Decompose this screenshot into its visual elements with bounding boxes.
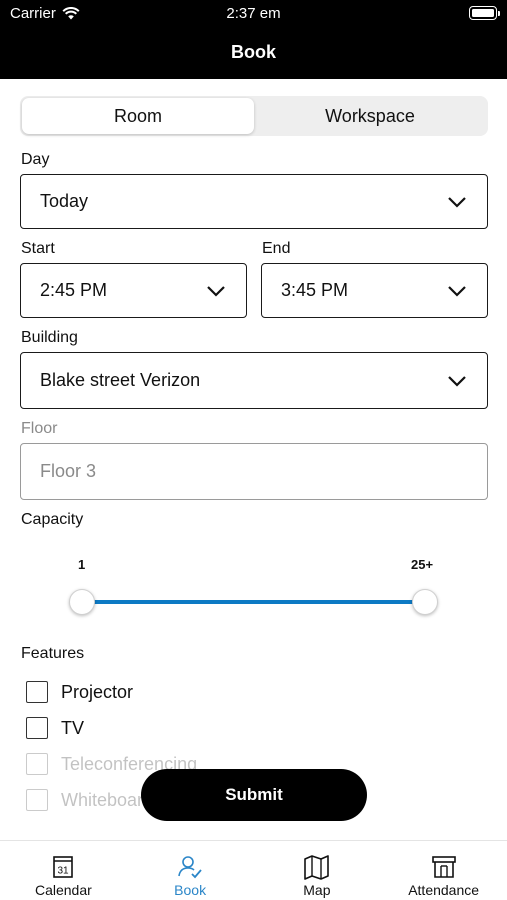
day-label: Day bbox=[21, 151, 50, 168]
submit-button[interactable]: Submit bbox=[141, 769, 367, 821]
building-select[interactable]: Blake street Verizon bbox=[20, 352, 488, 409]
tab-calendar[interactable]: 31 Calendar bbox=[0, 841, 127, 900]
tab-attendance-label: Attendance bbox=[408, 882, 480, 898]
capacity-slider-track bbox=[82, 600, 425, 604]
tab-map-label: Map bbox=[303, 882, 331, 898]
chevron-down-icon bbox=[448, 375, 466, 387]
whiteboard-label: Whiteboard bbox=[61, 789, 154, 810]
booking-type-segment: Room Workspace bbox=[20, 96, 488, 136]
building-icon bbox=[431, 856, 456, 878]
chevron-down-icon bbox=[448, 285, 466, 297]
floor-label: Floor bbox=[21, 420, 58, 437]
feature-whiteboard[interactable]: Whiteboard bbox=[26, 789, 153, 811]
chevron-down-icon bbox=[207, 285, 225, 297]
tab-bar: 31 Calendar Book Map Attendance bbox=[0, 840, 507, 900]
building-label: Building bbox=[21, 329, 78, 346]
tab-attendance[interactable]: Attendance bbox=[380, 841, 507, 900]
teleconferencing-checkbox[interactable] bbox=[26, 753, 48, 775]
chevron-down-icon bbox=[448, 196, 466, 208]
start-time-select[interactable]: 2:45 PM bbox=[20, 263, 247, 318]
tab-map[interactable]: Map bbox=[254, 841, 381, 900]
whiteboard-checkbox[interactable] bbox=[26, 789, 48, 811]
start-time-value: 2:45 PM bbox=[40, 280, 108, 300]
tab-book-label: Book bbox=[174, 882, 207, 898]
tv-checkbox[interactable] bbox=[26, 717, 48, 739]
feature-projector[interactable]: Projector bbox=[26, 681, 133, 703]
floor-field[interactable]: Floor 3 bbox=[20, 443, 488, 500]
status-time: 2:37 em bbox=[226, 5, 281, 22]
segment-room[interactable]: Room bbox=[22, 98, 254, 134]
battery-icon bbox=[469, 6, 500, 20]
projector-checkbox[interactable] bbox=[26, 681, 48, 703]
floor-placeholder: Floor 3 bbox=[40, 461, 97, 481]
person-check-icon bbox=[178, 856, 202, 879]
end-label: End bbox=[262, 240, 291, 257]
day-select[interactable]: Today bbox=[20, 174, 488, 229]
capacity-max-label: 25+ bbox=[411, 557, 434, 572]
feature-tv[interactable]: TV bbox=[26, 717, 84, 739]
page-title: Book bbox=[231, 42, 276, 62]
capacity-max-handle[interactable] bbox=[412, 589, 438, 615]
top-bar: Carrier 2:37 em Book bbox=[0, 0, 507, 79]
capacity-label: Capacity bbox=[21, 511, 84, 528]
tab-calendar-label: Calendar bbox=[34, 882, 92, 898]
tv-label: TV bbox=[61, 717, 85, 738]
building-value: Blake street Verizon bbox=[40, 370, 201, 390]
day-value: Today bbox=[40, 191, 89, 211]
segment-workspace[interactable]: Workspace bbox=[254, 98, 486, 134]
tab-book[interactable]: Book bbox=[127, 841, 254, 900]
start-label: Start bbox=[21, 240, 55, 257]
end-time-value: 3:45 PM bbox=[281, 280, 349, 300]
calendar-day-number: 31 bbox=[58, 866, 70, 877]
map-icon bbox=[304, 855, 329, 880]
capacity-min-label: 1 bbox=[78, 557, 86, 572]
projector-label: Projector bbox=[61, 681, 134, 702]
end-time-select[interactable]: 3:45 PM bbox=[261, 263, 488, 318]
calendar-icon: 31 bbox=[53, 856, 74, 878]
capacity-min-handle[interactable] bbox=[69, 589, 95, 615]
features-label: Features bbox=[21, 645, 85, 662]
